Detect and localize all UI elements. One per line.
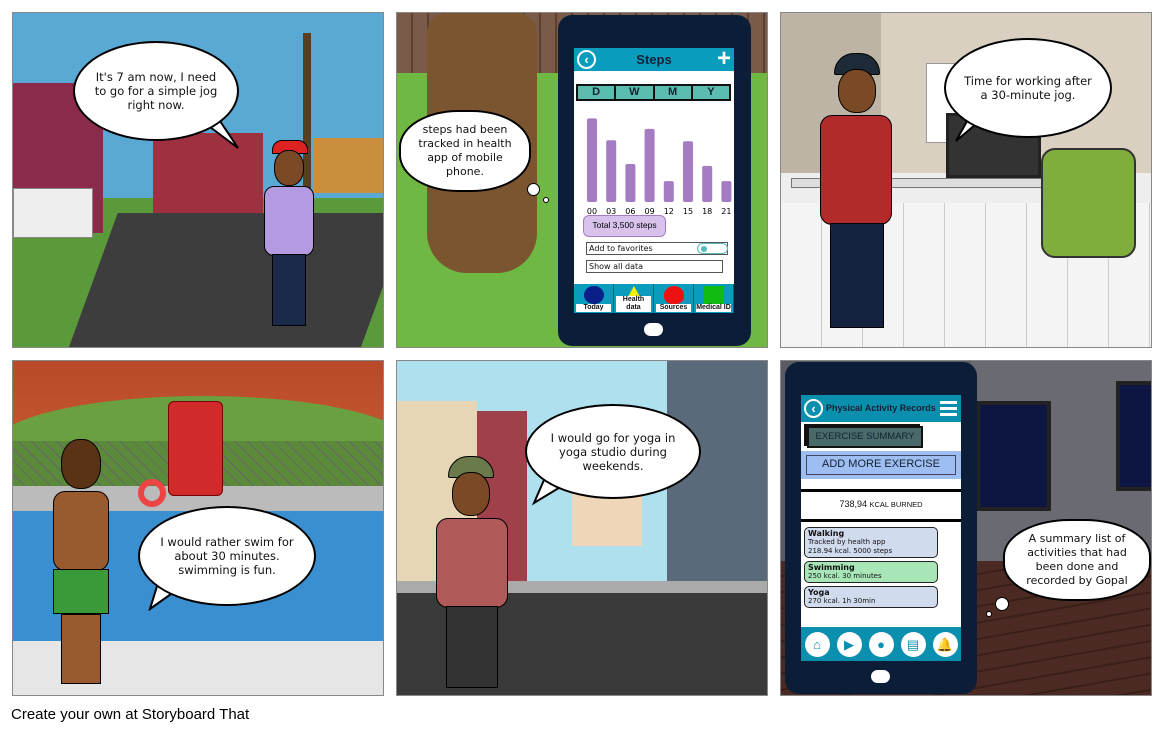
character-jogger: [258, 138, 328, 338]
nav-health-data[interactable]: Health data: [614, 284, 654, 313]
thought-text: A summary list of activities that had be…: [1026, 532, 1128, 587]
app-title: Physical Activity Records: [826, 403, 936, 413]
panel-2-steps-app: steps had been tracked in health app of …: [396, 12, 768, 348]
speech-text: I would rather swim for about 30 minutes…: [160, 535, 294, 577]
activity-name: Swimming: [808, 563, 855, 572]
panel-4-pool: I would rather swim for about 30 minutes…: [12, 360, 384, 696]
circle-icon: [584, 286, 604, 304]
nav-label: Sources: [656, 304, 691, 312]
phone: ‹ Physical Activity Records EXERCISE SUM…: [785, 362, 977, 694]
tick-label: 18: [702, 207, 712, 216]
nav-medical-id[interactable]: Medical ID: [694, 284, 734, 313]
activity-card-swimming[interactable]: Swimming 250 kcal. 30 minutes: [804, 561, 938, 583]
speech-text: I would go for yoga in yoga studio durin…: [550, 430, 676, 473]
lifeguard-chair: [168, 401, 223, 496]
character-office: [816, 53, 896, 338]
panel-3-office: Time for working after a 30-minute jog.: [780, 12, 1152, 348]
chevron-left-icon[interactable]: ‹: [804, 399, 823, 418]
favorites-toggle[interactable]: [697, 243, 728, 254]
thought-text: steps had been tracked in health app of …: [418, 123, 512, 178]
thought-bubble: steps had been tracked in health app of …: [399, 110, 531, 192]
panel-1-morning-street: It's 7 am now, I need to go for a simple…: [12, 12, 384, 348]
bell-icon[interactable]: 🔔: [932, 631, 958, 657]
show-all-data-row[interactable]: Show all data: [586, 260, 723, 273]
activity-card-walking[interactable]: Walking Tracked by health app 218.94 kcal.…: [804, 527, 938, 558]
window: [1116, 381, 1151, 491]
speech-text: Time for working after a 30-minute jog.: [964, 74, 1092, 102]
exercise-summary-label: EXERCISE SUMMARY: [807, 426, 923, 448]
panel-6-activity-records: ‹ Physical Activity Records EXERCISE SUM…: [780, 360, 1152, 696]
character-walker: [432, 456, 512, 694]
total-steps-pill: Total 3,500 steps: [583, 215, 666, 237]
bottom-nav: ⌂ ▶ ● ▤ 🔔: [801, 627, 961, 661]
kcal-label: KCAL BURNED: [869, 500, 923, 509]
activity-card-yoga[interactable]: Yoga 270 kcal. 1h 30min: [804, 586, 938, 608]
range-tab-y[interactable]: Y: [690, 86, 729, 99]
tick-label: 15: [683, 207, 693, 216]
bar-00: [587, 118, 597, 202]
clipboard-icon[interactable]: ▤: [900, 631, 926, 657]
bar-06: [625, 164, 636, 202]
kcal-burned: 738,94 KCAL BURNED: [801, 499, 961, 509]
nav-label: Medical ID: [696, 304, 731, 312]
bar-09: [644, 128, 655, 202]
range-tab-d[interactable]: D: [578, 86, 615, 99]
menu-icon[interactable]: [940, 401, 957, 416]
character-swimmer: [43, 439, 123, 689]
tick-label: 12: [664, 207, 674, 216]
office-chair: [1041, 148, 1136, 258]
thought-bubble: A summary list of activities that had be…: [1003, 519, 1151, 601]
speech-bubble: I would go for yoga in yoga studio durin…: [525, 404, 701, 499]
nav-label: Today: [576, 304, 611, 312]
window: [976, 401, 1051, 511]
bar-03: [606, 140, 617, 202]
home-button[interactable]: [869, 668, 892, 685]
add-to-favorites-row[interactable]: Add to favorites: [586, 242, 728, 255]
play-icon[interactable]: ▶: [836, 631, 862, 657]
activity-detail: 270 kcal. 1h 30min: [808, 597, 876, 605]
range-tab-w[interactable]: W: [614, 86, 653, 99]
nav-label: Health data: [616, 296, 651, 312]
favorites-label: Add to favorites: [589, 244, 653, 253]
home-button[interactable]: [642, 321, 665, 338]
speech-bubble: Time for working after a 30-minute jog.: [944, 38, 1112, 138]
home-icon[interactable]: ⌂: [804, 631, 830, 657]
activity-detail: 250 kcal. 30 minutes: [808, 572, 882, 580]
speech-bubble: I would rather swim for about 30 minutes…: [138, 506, 316, 606]
activity-list: Walking Tracked by health app 218.94 kcal.…: [804, 527, 938, 611]
nav-sources[interactable]: Sources: [654, 284, 694, 313]
user-icon[interactable]: ●: [868, 631, 894, 657]
speech-bubble: It's 7 am now, I need to go for a simple…: [73, 41, 239, 141]
footer-credit[interactable]: Create your own at Storyboard That: [11, 706, 249, 723]
life-ring: [138, 479, 166, 507]
app-title: Steps: [636, 52, 672, 67]
activity-name: Yoga: [808, 588, 830, 597]
tick-label: 21: [721, 207, 731, 216]
activity-detail: 218.94 kcal. 5000 steps: [808, 547, 893, 555]
app-header: ‹ Steps +: [574, 48, 734, 73]
bar-15: [683, 141, 693, 202]
bar-12: [663, 181, 674, 202]
speech-text: It's 7 am now, I need to go for a simple…: [94, 70, 218, 112]
steps-chart: 00 03 06 09 12 15 18 21: [587, 118, 732, 216]
panel-5-city-street: I would go for yoga in yoga studio durin…: [396, 360, 768, 696]
bar-21: [721, 181, 732, 202]
heart-icon: [664, 286, 684, 304]
phone: ‹ Steps + DWMY 00 03 06 09 12 15 18 21 Total 3,…: [558, 15, 751, 346]
square-icon: [704, 286, 724, 304]
kcal-value: 738,94: [839, 499, 867, 509]
add-more-exercise-button[interactable]: ADD MORE EXERCISE: [806, 455, 956, 475]
range-tab-m[interactable]: M: [652, 86, 691, 99]
bottom-nav: Today Health data Sources Medical ID: [574, 284, 734, 313]
building: [667, 361, 767, 601]
plus-icon[interactable]: +: [717, 48, 731, 73]
nav-today[interactable]: Today: [574, 284, 614, 313]
activity-name: Walking: [808, 529, 845, 538]
bar-18: [702, 165, 713, 202]
range-tabs: DWMY: [576, 84, 731, 101]
app-header: ‹ Physical Activity Records: [801, 395, 961, 422]
activity-detail: Tracked by health app: [808, 538, 886, 546]
